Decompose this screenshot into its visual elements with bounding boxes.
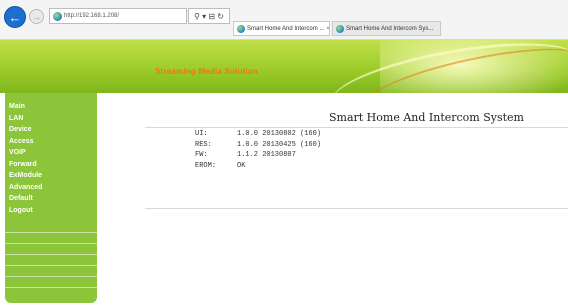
address-bar[interactable]: http://192.168.1.208/ — [49, 8, 187, 24]
page-title: Smart Home And Intercom System — [328, 111, 524, 124]
divider — [5, 222, 97, 233]
version-info: UI: 1.0.0 20130802 (160) RES: 1.0.0 2013… — [195, 129, 321, 171]
info-row-erom: EROM: OK — [195, 161, 321, 172]
sidebar-nav: Main LAN Device Access VOIP Forward ExMo… — [5, 93, 97, 303]
sidebar-item-logout[interactable]: Logout — [5, 205, 97, 217]
info-value: 1.0.0 20130425 (160) — [237, 140, 322, 149]
content-divider — [145, 208, 568, 209]
info-value: 1.0.0 20130802 (160) — [237, 130, 322, 138]
info-label: EROM: — [195, 161, 217, 170]
forward-button[interactable]: → — [29, 9, 44, 24]
ie-page-icon — [53, 11, 62, 21]
info-label: UI: — [195, 130, 208, 138]
sidebar-dividers — [5, 222, 97, 288]
sidebar-item-device[interactable]: Device — [5, 124, 97, 136]
tab-active[interactable]: Smart Home And Intercom ... × — [233, 21, 330, 36]
address-tools[interactable]: ⚲ ▾ ⊟ ↻ — [188, 8, 230, 24]
url-text: http://192.168.1.208/ — [64, 13, 120, 19]
browser-toolbar: ← → http://192.168.1.208/ ⚲ ▾ ⊟ ↻ Smart … — [0, 0, 568, 40]
sidebar-item-main[interactable]: Main — [5, 101, 97, 113]
info-value: 1.1.2 20130807 — [237, 151, 296, 159]
header-banner — [0, 40, 568, 93]
info-value: OK — [237, 161, 246, 170]
main-content: Smart Home And Intercom System UI: 1.0.0… — [98, 93, 568, 308]
forward-arrow-icon: → — [32, 11, 41, 22]
divider — [5, 233, 97, 244]
divider — [5, 255, 97, 266]
info-row-res: RES: 1.0.0 20130425 (160) — [195, 140, 321, 151]
title-divider — [145, 127, 568, 128]
sidebar-item-access[interactable]: Access — [5, 136, 97, 148]
divider — [5, 266, 97, 277]
sidebar-item-forward[interactable]: Forward — [5, 159, 97, 171]
tab-inactive[interactable]: Smart Home And Intercom Sys... — [332, 21, 441, 36]
sidebar-item-default[interactable]: Default — [5, 193, 97, 205]
back-button[interactable]: ← — [4, 6, 26, 28]
info-row-fw: FW: 1.1.2 20130807 — [195, 150, 321, 161]
sidebar-item-lan[interactable]: LAN — [5, 113, 97, 125]
divider — [5, 277, 97, 288]
tab-close-icon[interactable]: × — [324, 26, 329, 32]
divider — [5, 244, 97, 255]
back-arrow-icon: ← — [8, 9, 22, 25]
info-label: FW: — [195, 151, 208, 159]
page: ← → http://192.168.1.208/ ⚲ ▾ ⊟ ↻ Smart … — [0, 0, 568, 308]
tab-page-icon — [237, 24, 245, 33]
sidebar-item-voip[interactable]: VOIP — [5, 147, 97, 159]
info-row-ui: UI: 1.0.0 20130802 (160) — [195, 129, 321, 140]
sidebar-item-advanced[interactable]: Advanced — [5, 182, 97, 194]
brand-tagline: Streaming Media Solution — [155, 67, 259, 76]
info-label: RES: — [195, 140, 212, 149]
sidebar-item-exmodule[interactable]: ExModule — [5, 170, 97, 182]
tab-label: Smart Home And Intercom Sys... — [346, 25, 434, 32]
search-refresh-icons[interactable]: ⚲ ▾ ⊟ ↻ — [194, 12, 224, 21]
tab-page-icon — [336, 24, 344, 33]
tab-label: Smart Home And Intercom ... — [247, 25, 325, 32]
